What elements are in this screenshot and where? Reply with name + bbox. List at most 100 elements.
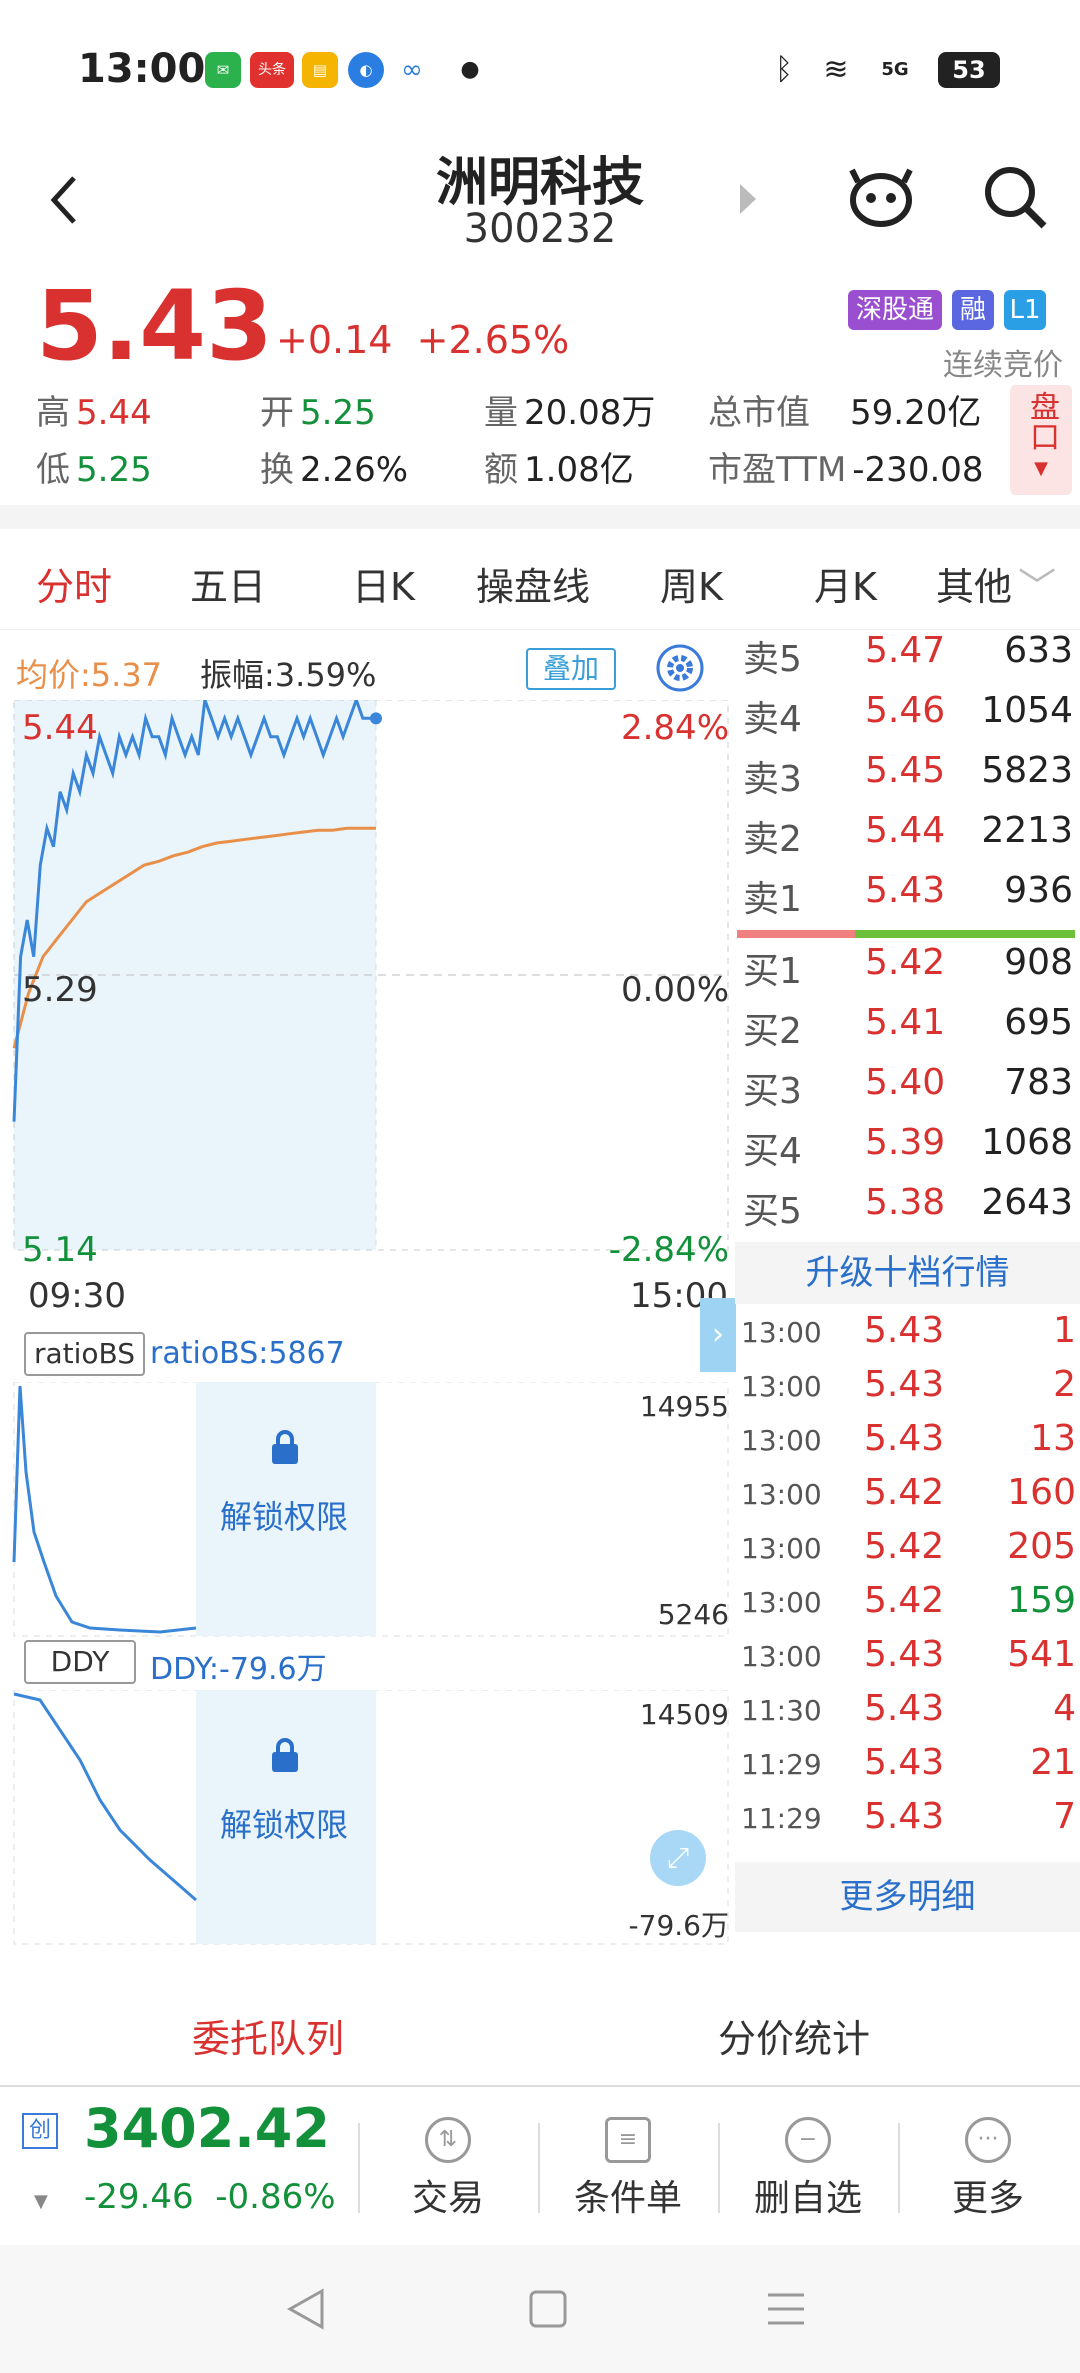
tab-five-day[interactable]: 五日 xyxy=(190,556,266,611)
trading-session: 连续竞价 xyxy=(943,348,1063,383)
tick-volume: 205 xyxy=(1007,1526,1076,1567)
tab-monthly-k[interactable]: 月K xyxy=(814,556,877,611)
unlock-permission-link[interactable]: 解锁权限 xyxy=(220,1800,348,1846)
tick-row: 13:00 5.42 205 xyxy=(741,1526,1076,1580)
tab-order-queue[interactable]: 委托队列 xyxy=(192,2008,344,2063)
indicator-selector[interactable]: DDY xyxy=(24,1640,136,1684)
stat-label: 市盈TTM xyxy=(708,450,847,490)
bid-row[interactable]: 买2 5.41 695 xyxy=(743,1002,1073,1060)
bid-price: 5.41 xyxy=(865,1002,946,1043)
index-tag: 创 xyxy=(22,2113,58,2149)
price-change: +0.14 +2.65% xyxy=(276,318,569,362)
tag-margin[interactable]: 融 xyxy=(952,290,994,330)
overlay-button[interactable]: 叠加 xyxy=(526,648,616,690)
trade-button[interactable]: ⇅ 交易 xyxy=(368,2117,528,2221)
robot-icon[interactable] xyxy=(846,162,916,232)
tab-price-stats[interactable]: 分价统计 xyxy=(718,2008,870,2063)
stat-amount: 额 1.08亿 xyxy=(484,442,634,491)
tab-intraday[interactable]: 分时 xyxy=(36,556,112,611)
gear-icon[interactable] xyxy=(654,642,706,694)
tag-l1[interactable]: L1 xyxy=(1004,290,1046,330)
lock-icon xyxy=(272,1430,298,1464)
tick-row: 11:29 5.43 21 xyxy=(741,1742,1076,1796)
indicator-selector[interactable]: ratioBS xyxy=(24,1332,146,1376)
battery-icon: 53 xyxy=(938,52,1000,88)
toutiao-icon: 头条 xyxy=(250,52,294,88)
change-value: +0.14 xyxy=(276,318,393,362)
ask-row[interactable]: 卖4 5.46 1054 xyxy=(743,690,1073,748)
index-change: -29.46 -0.86% xyxy=(84,2177,336,2217)
tab-daily-k[interactable]: 日K xyxy=(352,556,415,611)
stat-label: 低 xyxy=(36,450,70,490)
stat-label: 开 xyxy=(260,393,294,433)
stat-value: 20.08万 xyxy=(524,393,656,433)
tick-time: 13:00 xyxy=(741,1586,822,1619)
ask-volume: 1054 xyxy=(981,690,1073,731)
trade-icon: ⇅ xyxy=(425,2117,471,2163)
ask-row[interactable]: 卖2 5.44 2213 xyxy=(743,810,1073,868)
bluetooth-icon: ᛒ xyxy=(766,52,802,88)
bottom-dock: 创 3402.42 ▼ -29.46 -0.86% ⇅ 交易 ≡ 条件单 − 删自选 … xyxy=(0,2085,1080,2245)
note-icon: ≡ xyxy=(605,2117,651,2163)
tick-price: 5.42 xyxy=(864,1526,945,1567)
tick-time: 13:00 xyxy=(741,1478,822,1511)
tick-time: 11:29 xyxy=(741,1802,822,1835)
last-price: 5.43 xyxy=(36,270,273,382)
stat-turnover: 换 2.26% xyxy=(260,442,408,491)
tab-weekly-k[interactable]: 周K xyxy=(660,556,723,611)
ask-price: 5.45 xyxy=(865,750,946,791)
tab-other[interactable]: 其他 ﹀ xyxy=(936,556,1056,611)
stat-value: 5.25 xyxy=(76,450,152,490)
stat-value: 5.44 xyxy=(76,393,152,433)
avg-price-label: 均价:5.37 xyxy=(16,656,163,694)
stat-volume: 量 20.08万 xyxy=(484,385,655,434)
ask-price: 5.46 xyxy=(865,690,946,731)
tick-price: 5.43 xyxy=(864,1634,945,1675)
remove-watchlist-button[interactable]: − 删自选 xyxy=(728,2117,888,2221)
ask-row[interactable]: 卖5 5.47 633 xyxy=(743,630,1073,688)
more-icon: ··· xyxy=(965,2117,1011,2163)
bid-row[interactable]: 买1 5.42 908 xyxy=(743,942,1073,1000)
bid-row[interactable]: 买3 5.40 783 xyxy=(743,1062,1073,1120)
fullscreen-icon[interactable]: ⤢ xyxy=(650,1830,706,1886)
nav-menu-icon[interactable] xyxy=(766,2289,806,2329)
tick-price: 5.43 xyxy=(864,1688,945,1729)
tick-volume: 4 xyxy=(1053,1688,1076,1729)
bid-level: 买4 xyxy=(743,1131,802,1172)
bid-row[interactable]: 买4 5.39 1068 xyxy=(743,1122,1073,1180)
nav-home-icon[interactable] xyxy=(528,2289,568,2329)
tab-trading-line[interactable]: 操盘线 xyxy=(476,556,590,611)
index-change-value: -29.46 xyxy=(84,2177,194,2217)
conditional-order-button[interactable]: ≡ 条件单 xyxy=(548,2117,708,2221)
tick-time: 13:00 xyxy=(741,1370,822,1403)
ask-volume: 633 xyxy=(1004,630,1073,671)
bid-price: 5.42 xyxy=(865,942,946,983)
more-detail-link[interactable]: 更多明细 xyxy=(735,1862,1080,1932)
ask-price: 5.43 xyxy=(865,870,946,911)
ask-row[interactable]: 卖3 5.45 5823 xyxy=(743,750,1073,808)
conditional-order-label: 条件单 xyxy=(573,2178,682,2219)
expand-panel-icon[interactable]: › xyxy=(700,1298,736,1372)
bid-level: 买5 xyxy=(743,1191,802,1232)
stock-header: 洲明科技 300232 xyxy=(0,140,1080,270)
more-button[interactable]: ··· 更多 xyxy=(908,2117,1068,2221)
ask-level: 卖2 xyxy=(743,819,802,860)
tag-szhk[interactable]: 深股通 xyxy=(848,290,942,330)
ask-row[interactable]: 卖1 5.43 936 xyxy=(743,870,1073,928)
unlock-permission-link[interactable]: 解锁权限 xyxy=(220,1492,348,1538)
cloud-icon: ∞ xyxy=(394,52,430,88)
order-book-toggle[interactable]: 盘口 ▼ xyxy=(1010,385,1072,495)
nav-back-icon[interactable] xyxy=(286,2287,326,2331)
divider xyxy=(0,505,1080,529)
chart-tabs: 分时 五日 日K 操盘线 周K 月K 其他 ﹀ xyxy=(0,530,1080,630)
ask-bar xyxy=(737,930,855,938)
ask-price: 5.47 xyxy=(865,630,946,671)
index-value[interactable]: 3402.42 xyxy=(84,2097,330,2160)
bid-volume: 908 xyxy=(1004,942,1073,983)
search-icon[interactable] xyxy=(980,162,1050,232)
upgrade-level2-link[interactable]: 升级十档行情 xyxy=(735,1242,1080,1304)
order-book: 卖5 5.47 633 卖4 5.46 1054 卖3 5.45 5823 卖2 5.44 2213 卖… xyxy=(735,630,1080,1960)
next-stock-icon[interactable] xyxy=(738,182,758,216)
bid-row[interactable]: 买5 5.38 2643 xyxy=(743,1182,1073,1240)
stat-low: 低 5.25 xyxy=(36,442,152,491)
